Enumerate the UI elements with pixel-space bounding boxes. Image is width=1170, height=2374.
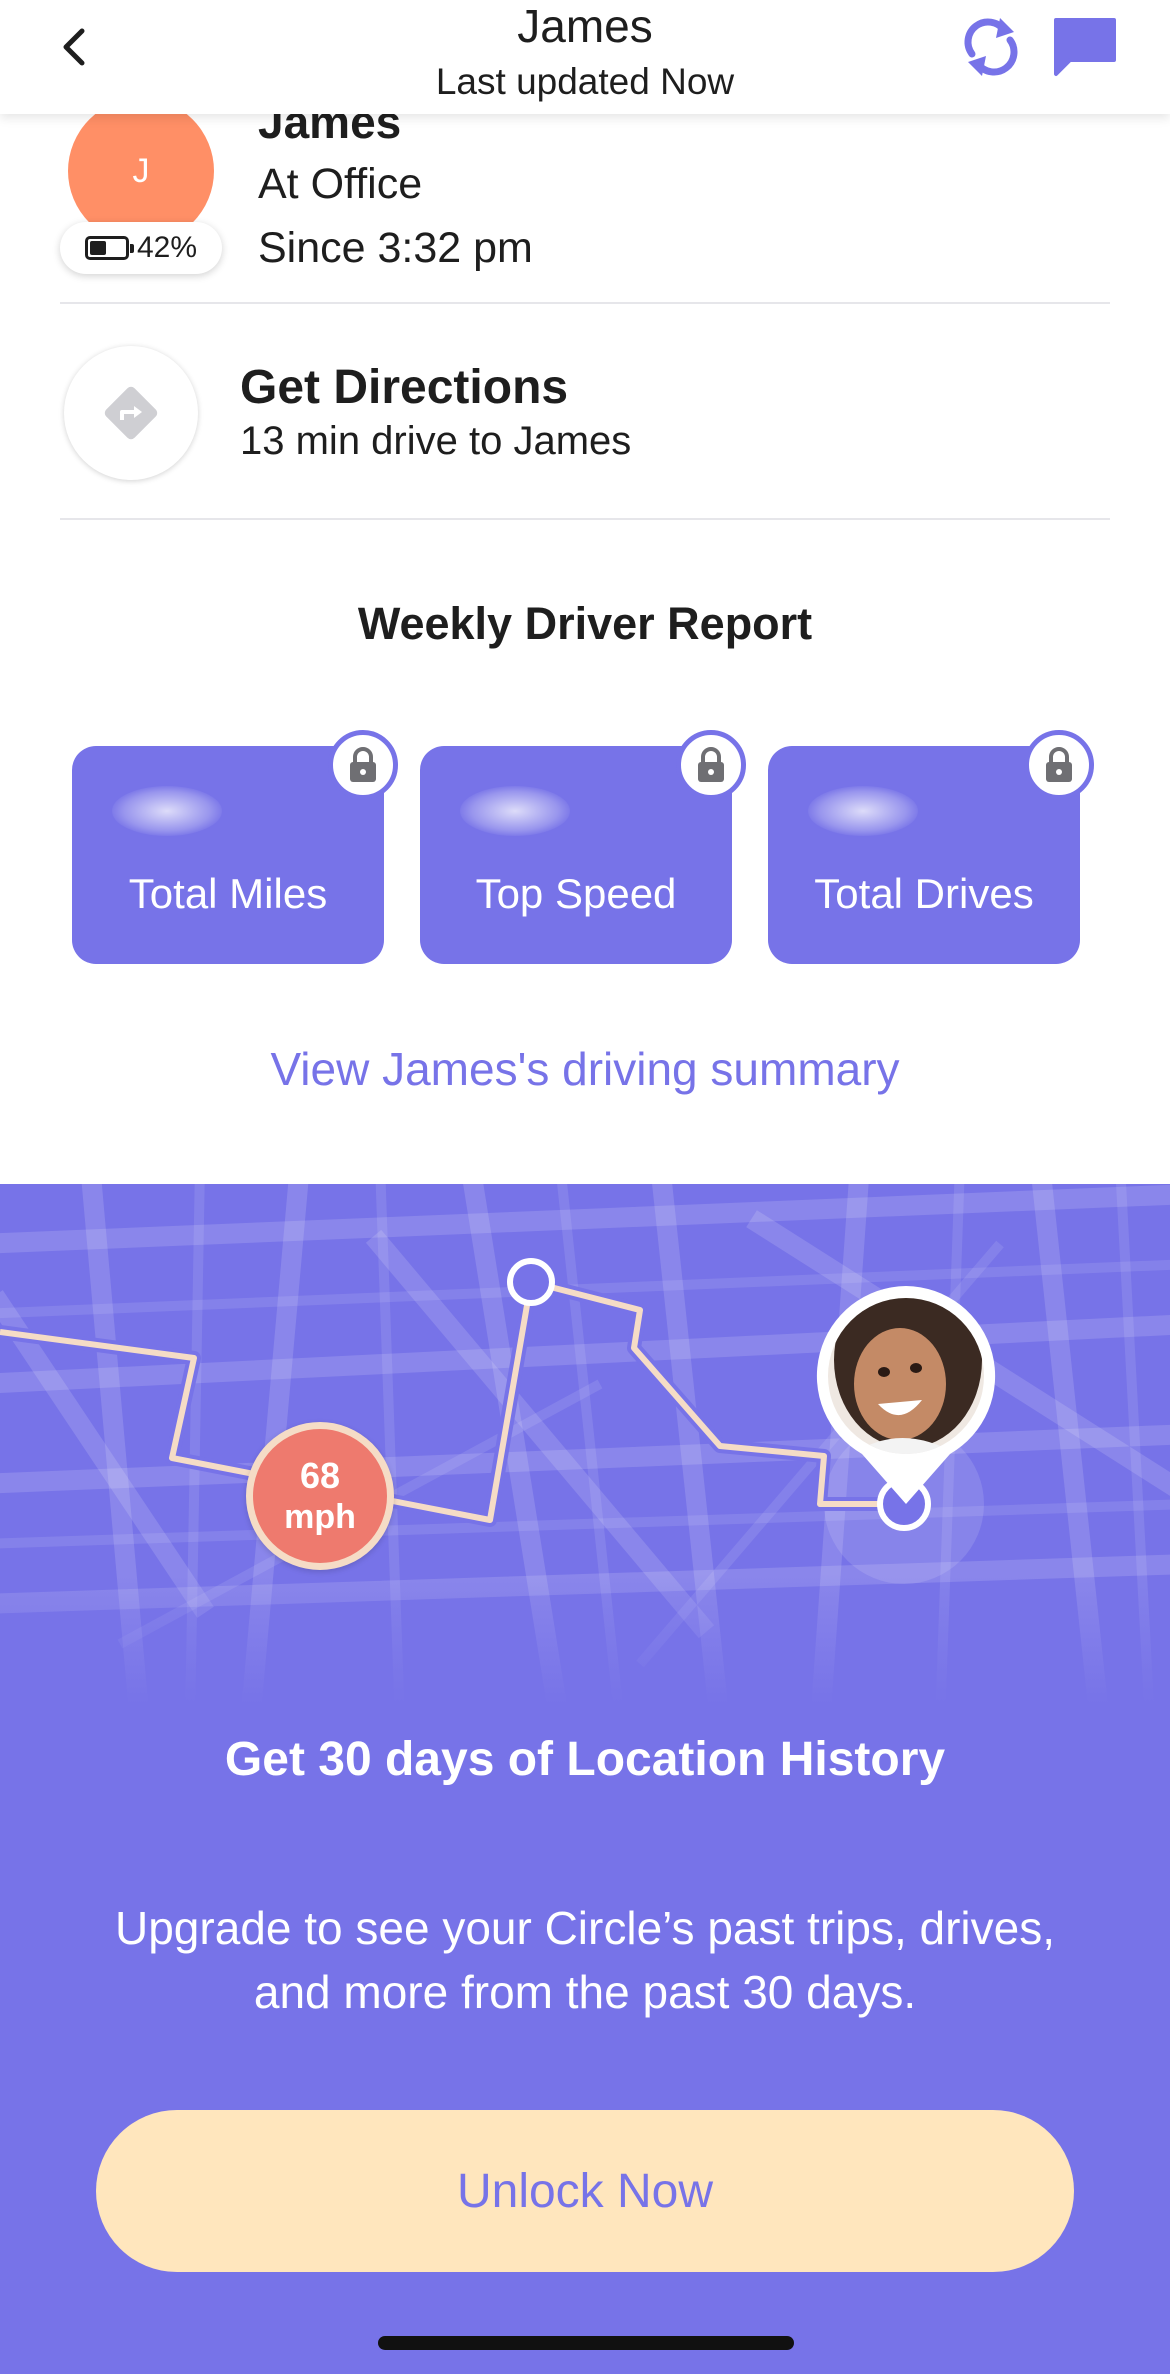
top-bar: James Last updated Now <box>0 0 1170 114</box>
location-history-promo: 68 mph Get 30 days of Location History U… <box>0 1184 1170 2374</box>
card-label: Total Drives <box>814 870 1034 917</box>
battery-percent: 42% <box>136 231 198 264</box>
lock-badge <box>328 730 398 800</box>
lock-badge <box>676 730 746 800</box>
driving-summary-link[interactable]: View James's driving summary <box>0 1040 1170 1098</box>
card-label: Total Miles <box>128 870 328 917</box>
chat-button[interactable] <box>1052 16 1118 78</box>
promo-title: Get 30 days of Location History <box>224 1733 946 1786</box>
battery-icon <box>84 236 134 260</box>
directions-button[interactable] <box>64 346 198 480</box>
unlock-now-label: Unlock Now <box>456 2164 714 2218</box>
speed-badge: 68 mph <box>246 1422 394 1570</box>
member-since: Since 3:32 pm <box>258 224 533 272</box>
divider <box>60 302 1110 304</box>
total-drives-card[interactable]: Total Drives <box>768 730 1094 964</box>
route-map-illustration <box>0 1184 1170 1704</box>
directions-diamond-icon <box>104 386 158 440</box>
home-indicator <box>378 2336 794 2350</box>
blurred-value <box>460 786 570 836</box>
lock-icon <box>698 747 724 782</box>
lock-icon <box>350 747 376 782</box>
unlock-now-button[interactable]: Unlock Now <box>96 2110 1074 2272</box>
blurred-value <box>808 786 918 836</box>
battery-level-fill <box>89 241 106 255</box>
battery-badge: 42% <box>60 222 222 274</box>
avatar-initial: J <box>132 151 150 190</box>
divider <box>60 518 1110 520</box>
directions-title[interactable]: Get Directions <box>240 360 568 416</box>
chat-icon <box>1054 18 1116 76</box>
speed-value: 68 <box>299 1455 341 1496</box>
total-miles-card[interactable]: Total Miles <box>72 730 398 964</box>
directions-subtitle: 13 min drive to James <box>240 419 632 463</box>
report-title: Weekly Driver Report <box>357 598 813 649</box>
refresh-button[interactable] <box>960 14 1022 80</box>
blurred-value <box>112 786 222 836</box>
lock-icon <box>1046 747 1072 782</box>
speed-unit: mph <box>284 1498 356 1536</box>
refresh-icon <box>964 18 1018 76</box>
top-speed-card[interactable]: Top Speed <box>420 730 746 964</box>
promo-body: Upgrade to see your Circle’s past trips,… <box>115 1902 1055 2018</box>
member-place: At Office <box>258 160 423 208</box>
card-label: Top Speed <box>475 870 677 917</box>
lock-badge <box>1024 730 1094 800</box>
